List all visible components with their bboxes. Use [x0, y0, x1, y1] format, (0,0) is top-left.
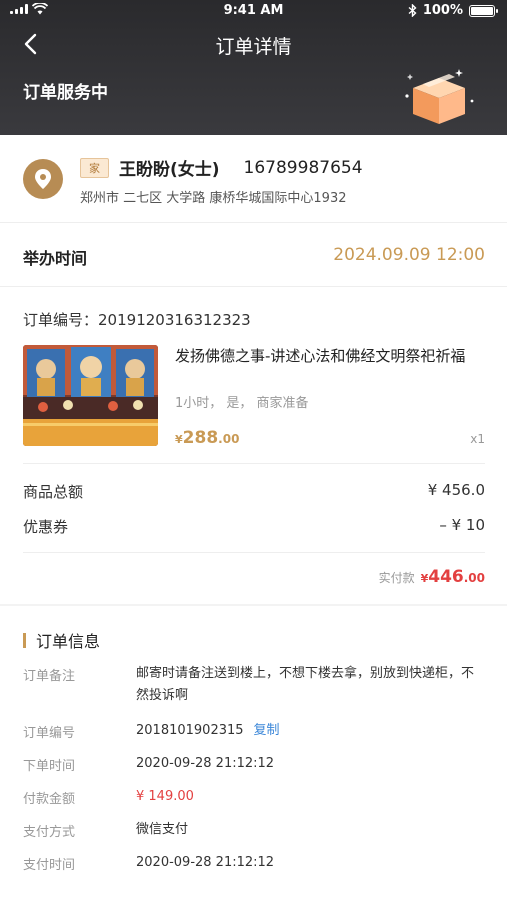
- price-currency: ¥: [175, 433, 183, 446]
- address-contact-line: 家 王盼盼(女士) 16789987654: [80, 155, 363, 180]
- battery-icon: [469, 4, 498, 17]
- coupon-label: 优惠券: [23, 518, 69, 536]
- info-label: 下单时间: [23, 759, 76, 774]
- contact-name: 王盼盼(女士): [119, 160, 220, 180]
- paid-integer: 446: [428, 567, 464, 587]
- battery-percent: 100%: [422, 3, 463, 18]
- order-status-text: 订单服务中: [23, 83, 108, 103]
- paid-label: 实付款: [378, 571, 415, 585]
- price-decimal: .00: [218, 432, 240, 446]
- info-value: ¥ 149.00: [136, 789, 194, 804]
- info-value: 邮寄时请备注送到楼上，不想下楼去拿，别放到快递柜，不然投诉啊: [136, 666, 475, 703]
- divider: [23, 463, 485, 464]
- page-title: 订单详情: [215, 36, 292, 58]
- info-label: 订单备注: [23, 669, 76, 684]
- paid-decimal: .00: [463, 571, 485, 585]
- order-number-label: 订单编号：: [23, 311, 99, 329]
- product-spec: 1小时， 是， 商家准备: [175, 396, 309, 411]
- status-bar: 9:41 AM 100%: [0, 0, 507, 22]
- info-label: 支付方式: [23, 825, 76, 840]
- product-title[interactable]: 发扬佛德之事-讲述心法和佛经文明祭祀祈福: [175, 345, 485, 367]
- price-integer: 288: [182, 428, 219, 448]
- order-header: 9:41 AM 100% 订单详情 订单服务中: [0, 0, 507, 135]
- product-quantity: x1: [470, 432, 485, 446]
- nav-bar: 订单详情: [0, 26, 507, 62]
- info-label: 订单编号: [23, 726, 76, 741]
- product-thumbnail[interactable]: [23, 345, 158, 446]
- coupon-value: – ¥ 10: [439, 516, 485, 534]
- section-separator: [0, 604, 507, 606]
- order-number-line: 订单编号：2019120316312323: [23, 309, 251, 330]
- info-label: 付款金额: [23, 792, 76, 807]
- status-right: 100%: [408, 3, 498, 18]
- info-value-wrap: 2018101902315 复制: [136, 720, 481, 742]
- coupon-row[interactable]: 优惠券 – ¥ 10: [23, 516, 485, 537]
- order-info-header: 订单信息: [23, 628, 100, 652]
- copy-button[interactable]: 复制: [254, 723, 280, 738]
- info-value: 微信支付: [136, 822, 189, 837]
- address-tag: 家: [80, 157, 109, 178]
- subtotal-row: 商品总额 ¥ 456.0: [23, 481, 485, 502]
- package-box-icon: [405, 69, 474, 124]
- section-accent-bar: [23, 632, 26, 648]
- address-card[interactable]: 家 王盼盼(女士) 16789987654 郑州市 二七区 大学路 康桥华城国际…: [0, 135, 507, 223]
- subtotal-value: ¥ 456.0: [427, 481, 485, 499]
- order-info-title: 订单信息: [36, 632, 101, 651]
- full-address: 郑州市 二七区 大学路 康桥华城国际中心1932: [80, 191, 347, 206]
- order-number: 2019120316312323: [98, 311, 251, 329]
- location-pin-icon: [23, 159, 63, 199]
- paid-value: ¥446.00: [421, 567, 485, 587]
- info-value: 2020-09-28 21:12:12: [136, 855, 275, 870]
- product-price: ¥288.00: [175, 428, 239, 448]
- info-value: 2020-09-28 21:12:12: [136, 756, 275, 771]
- info-label: 支付时间: [23, 858, 76, 873]
- contact-phone: 16789987654: [243, 157, 363, 178]
- bluetooth-icon: [408, 4, 417, 17]
- hold-time-label: 举办时间: [23, 249, 88, 268]
- hold-time-row: 举办时间 2024.09.09 12:00: [0, 223, 507, 287]
- info-value: 2018101902315: [136, 723, 244, 738]
- divider: [23, 552, 485, 553]
- hold-time-value: 2024.09.09 12:00: [333, 245, 485, 265]
- paid-total: 实付款 ¥446.00: [379, 567, 485, 587]
- subtotal-label: 商品总额: [23, 483, 84, 501]
